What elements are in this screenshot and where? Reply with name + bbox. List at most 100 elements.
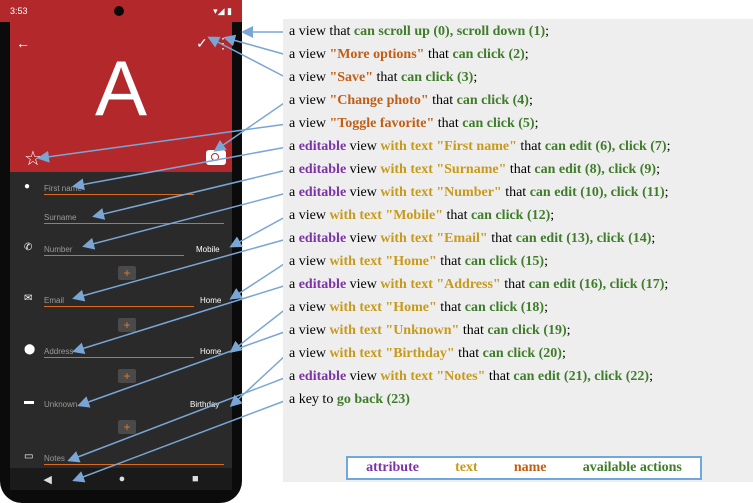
annotation-segment: view [346, 369, 381, 384]
annotation-segment: that [428, 93, 457, 108]
legend: attribute text name available actions [346, 456, 702, 480]
legend-actions: available actions [582, 460, 682, 475]
annotation-segment: view [346, 162, 381, 177]
annotation-segment: a view [289, 208, 330, 223]
annotation-segment: ; [524, 47, 529, 62]
annotation-segment: a view [289, 254, 330, 269]
annotation-line: a key to go back (23) [289, 391, 410, 409]
annotation-segment: can edit (10), click (11) [529, 185, 665, 200]
annotation-segment: ; [534, 116, 539, 131]
annotation-segment: that [424, 47, 453, 62]
annotation-segment: can edit (16), click (17) [528, 277, 665, 292]
annotation-segment: with text "Notes" [380, 369, 486, 384]
annotation-segment: with text "Birthday" [329, 346, 455, 361]
annotation-segment: a [289, 185, 299, 200]
annotation-segment: "Toggle favorite" [329, 116, 435, 131]
annotation-segment: can click (20) [482, 346, 562, 361]
annotation-segment: that [501, 185, 530, 200]
annotation-segment: with text "Address" [380, 277, 501, 292]
annotation-segment: a [289, 231, 299, 246]
annotation-segment: ; [649, 369, 653, 384]
annotation-segment: can click (18) [464, 300, 545, 315]
annotation-segment: that [434, 116, 463, 131]
annotation-segment: that [500, 277, 529, 292]
annotation-segment: ; [544, 300, 548, 315]
annotation-segment: can click (12) [470, 208, 551, 223]
annotation-line: a view with text "Mobile" that can click… [289, 207, 554, 225]
annotation-segment: can click (2) [452, 47, 525, 62]
annotation-segment: that [506, 162, 535, 177]
annotation-line: a view with text "Birthday" that can cli… [289, 345, 566, 363]
annotation-line: a view with text "Unknown" that can clic… [289, 322, 571, 340]
annotation-segment: can edit (21), click (22) [513, 369, 650, 384]
annotation-segment: that [442, 208, 471, 223]
annotation-segment: go back (23) [336, 392, 410, 407]
annotation-segment: that [459, 323, 488, 338]
annotation-segment: with text "Home" [329, 300, 437, 315]
annotation-line: a editable view with text "Surname" that… [289, 161, 660, 179]
annotation-segment: a view that [289, 24, 354, 39]
annotation-segment: ; [544, 254, 548, 269]
annotation-segment: a view [289, 300, 330, 315]
annotation-segment: ; [550, 208, 555, 223]
annotation-segment: ; [664, 185, 669, 200]
annotation-segment: view [346, 231, 381, 246]
annotation-segment: ; [566, 323, 571, 338]
annotation-segment: a [289, 139, 299, 154]
legend-attribute: attribute [366, 460, 419, 475]
annotation-segment: editable [298, 139, 347, 154]
annotation-segment: with text "Number" [380, 185, 502, 200]
annotation-segment: view [346, 139, 381, 154]
annotation-segment: ; [664, 277, 669, 292]
annotation-segment: can scroll up (0), scroll down (1) [353, 24, 546, 39]
annotation-segment: a view [289, 93, 330, 108]
annotation-line: a editable view with text "Number" that … [289, 184, 669, 202]
annotation-segment: ; [561, 346, 566, 361]
annotation-line: a view "Toggle favorite" that can click … [289, 115, 539, 133]
annotation-segment: ; [666, 139, 671, 154]
annotation-line: a editable view with text "First name" t… [289, 138, 670, 156]
annotation-segment: with text "Mobile" [329, 208, 443, 223]
annotation-line: a editable view with text "Address" that… [289, 276, 668, 294]
annotation-segment: with text "First name" [380, 139, 517, 154]
annotation-segment: editable [298, 162, 347, 177]
annotation-segment: editable [298, 277, 347, 292]
annotation-segment: ; [656, 162, 660, 177]
annotation-segment: with text "Email" [380, 231, 488, 246]
legend-text: text [455, 460, 478, 475]
annotation-segment: a view [289, 116, 330, 131]
annotation-panel: a view that can scroll up (0), scroll do… [283, 19, 753, 482]
legend-name: name [513, 460, 547, 475]
annotation-line: a editable view with text "Email" that c… [289, 230, 655, 248]
annotation-line: a view that can scroll up (0), scroll do… [289, 23, 549, 41]
annotation-line: a editable view with text "Notes" that c… [289, 368, 653, 386]
annotation-segment: view [346, 277, 381, 292]
annotation-segment: can click (19) [487, 323, 567, 338]
annotation-segment: can edit (6), click (7) [544, 139, 667, 154]
annotation-segment: that [436, 300, 465, 315]
annotation-segment: a view [289, 47, 330, 62]
annotation-line: a view with text "Home" that can click (… [289, 299, 548, 317]
annotation-segment: with text "Unknown" [329, 323, 460, 338]
annotation-segment: a [289, 277, 299, 292]
annotation-line: a view "Change photo" that can click (4)… [289, 92, 533, 110]
annotation-segment: can click (15) [464, 254, 545, 269]
annotation-segment: a [289, 369, 299, 384]
annotation-segment: that [372, 70, 401, 85]
annotation-segment: a view [289, 70, 330, 85]
annotation-segment: editable [298, 185, 347, 200]
annotation-segment: ; [545, 24, 550, 39]
annotation-line: a view with text "Home" that can click (… [289, 253, 548, 271]
annotation-segment: with text "Surname" [380, 162, 507, 177]
annotation-segment: a [289, 162, 299, 177]
annotation-segment: ; [651, 231, 656, 246]
annotation-segment: can click (3) [400, 70, 474, 85]
annotation-segment: that [436, 254, 465, 269]
annotation-segment: "Change photo" [329, 93, 429, 108]
annotation-line: a view "More options" that can click (2)… [289, 46, 529, 64]
annotation-segment: "More options" [329, 47, 425, 62]
annotation-segment: that [454, 346, 483, 361]
annotation-line: a view "Save" that can click (3); [289, 69, 477, 87]
annotation-segment: view [346, 185, 381, 200]
annotation-segment: with text "Home" [329, 254, 437, 269]
